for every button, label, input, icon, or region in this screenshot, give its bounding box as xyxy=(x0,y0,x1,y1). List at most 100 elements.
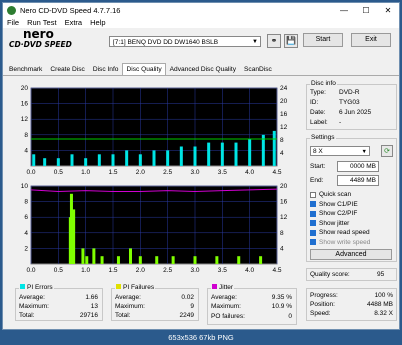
pif-chart-y2-tick: 20 xyxy=(280,183,288,190)
save-icon[interactable]: 💾 xyxy=(284,34,298,48)
tab-disc-quality[interactable]: Disc Quality xyxy=(122,63,166,75)
start-input[interactable]: 0000 MB xyxy=(337,161,379,172)
pi-failures-legend: PI Failures xyxy=(115,284,156,291)
pie-chart-bar xyxy=(220,142,224,166)
checkbox-box[interactable] xyxy=(310,229,316,236)
jitter-legend: Jitter xyxy=(211,284,235,291)
pi-errors-group: PI Errors Average: 1.66 Maximum: 13 Tota… xyxy=(15,284,103,321)
start-button[interactable]: Start xyxy=(303,33,343,47)
menu-bar: File Run Test Extra Help xyxy=(3,17,399,28)
exit-button[interactable]: Exit xyxy=(351,33,391,47)
po-failures-label: PO failures: xyxy=(211,313,245,320)
checkbox-show-jitter[interactable]: Show jitter xyxy=(310,220,349,227)
pif-chart-x-tick: 3.5 xyxy=(218,267,227,274)
window-title: Nero CD-DVD Speed 4.7.7.16 xyxy=(20,5,121,15)
jitter-average-value: 9.35 % xyxy=(271,294,292,301)
pie-chart-x-tick: 2.0 xyxy=(136,169,145,176)
pie-chart-x-tick: 3.0 xyxy=(190,169,199,176)
jitter-maximum-value: 10.9 % xyxy=(271,303,292,310)
start-label: Start: xyxy=(310,163,326,170)
pie-chart-x-tick: 3.5 xyxy=(218,169,227,176)
pie-chart-x-tick: 4.0 xyxy=(245,169,254,176)
image-caption-text: 653x536 67kb PNG xyxy=(168,333,234,342)
checkbox-box[interactable] xyxy=(310,210,316,217)
menu-file[interactable]: File xyxy=(3,18,23,27)
tab-create-disc[interactable]: Create Disc xyxy=(46,63,88,75)
pif-chart-bar xyxy=(171,256,175,264)
checkbox-show-c1-pie[interactable]: Show C1/PIE xyxy=(310,201,358,208)
pie-average-label: Average: xyxy=(19,294,45,301)
drive-select[interactable]: [7:1] BENQ DVD DD DW1640 BSLB ▼ xyxy=(109,36,261,47)
checkbox-show-c2-pif[interactable]: Show C2/PIF xyxy=(310,210,357,217)
pie-chart-y-tick: 8 xyxy=(24,132,28,139)
pif-chart-y-tick: 6 xyxy=(24,214,28,221)
pif-chart-y2-tick: 12 xyxy=(280,214,288,221)
maximize-button[interactable]: ☐ xyxy=(355,6,377,15)
pie-chart-x-tick: 0.0 xyxy=(26,169,35,176)
pie-chart-bar xyxy=(43,158,47,166)
chevron-down-icon: ▼ xyxy=(361,149,367,155)
po-failures-value: 0 xyxy=(288,313,292,320)
checkbox-box[interactable] xyxy=(310,191,316,198)
position-label: Position: xyxy=(310,301,335,308)
tab-scandisc[interactable]: ScanDisc xyxy=(240,63,276,75)
settings-group: Settings 8 X ▼ ⟳ Start: 0000 MB End: 4489… xyxy=(306,134,397,262)
pif-maximum-label: Maximum: xyxy=(115,303,145,310)
menu-run-test[interactable]: Run Test xyxy=(23,18,60,27)
menu-help[interactable]: Help xyxy=(86,18,109,27)
pie-chart-bar xyxy=(84,158,88,166)
menu-extra[interactable]: Extra xyxy=(61,18,87,27)
tab-disc-info[interactable]: Disc Info xyxy=(89,63,123,75)
pie-chart-y2-tick: 16 xyxy=(280,111,288,118)
tab-benchmark[interactable]: Benchmark xyxy=(5,63,46,75)
end-input[interactable]: 4489 MB xyxy=(337,175,379,186)
disc-info-legend: Disc info xyxy=(310,80,337,87)
pif-chart-bar xyxy=(259,256,263,264)
pie-chart-bar xyxy=(56,158,60,166)
pif-maximum-value: 9 xyxy=(190,303,194,310)
minimize-button[interactable]: — xyxy=(333,6,355,15)
pie-average-value: 1.66 xyxy=(85,294,98,301)
pif-chart-bar xyxy=(155,256,159,264)
close-button[interactable]: ✕ xyxy=(377,6,399,15)
date-value: 6 Jun 2025 xyxy=(339,109,372,116)
pie-total-value: 29716 xyxy=(79,312,98,319)
pif-chart-x-tick: 1.0 xyxy=(81,267,90,274)
progress-group: Progress: 100 % Position: 4488 MB Speed:… xyxy=(306,288,397,321)
pif-chart-x-tick: 4.5 xyxy=(272,267,281,274)
title-bar: Nero CD-DVD Speed 4.7.7.16 — ☐ ✕ xyxy=(3,3,399,17)
pie-chart-bar xyxy=(207,142,211,166)
end-label: End: xyxy=(310,177,324,184)
pie-chart-y2-tick: 4 xyxy=(280,150,284,157)
pif-chart-x-tick: 3.0 xyxy=(190,267,199,274)
pie-chart-bar xyxy=(166,150,170,166)
checkbox-show-read-speed[interactable]: Show read speed xyxy=(310,229,370,236)
jitter-group: Jitter Average: 9.35 % Maximum: 10.9 % P… xyxy=(207,284,297,325)
speed-select[interactable]: 8 X ▼ xyxy=(310,146,370,156)
checkbox-show-write-speed[interactable]: Show write speed xyxy=(310,239,370,246)
speed-label: Speed: xyxy=(310,310,331,317)
progress-value: 100 % xyxy=(374,292,393,299)
checkbox-box[interactable] xyxy=(310,201,316,207)
pie-chart-bar xyxy=(70,154,74,166)
swap-drive-icon[interactable]: ⚭ xyxy=(267,34,281,48)
checkbox-label: Show read speed xyxy=(319,229,370,236)
refresh-icon[interactable]: ⟳ xyxy=(381,145,393,157)
pif-chart-bar xyxy=(92,248,96,264)
checkbox-box[interactable] xyxy=(310,239,316,245)
app-window: Nero CD-DVD Speed 4.7.7.16 — ☐ ✕ File Ru… xyxy=(2,2,400,330)
pif-chart-bar xyxy=(100,256,104,264)
id-value: TYG03 xyxy=(339,99,360,106)
pif-chart-y-tick: 10 xyxy=(21,183,29,190)
advanced-button[interactable]: Advanced xyxy=(310,249,392,260)
pie-maximum-label: Maximum: xyxy=(19,303,49,310)
settings-legend: Settings xyxy=(310,134,336,141)
label-label: Label: xyxy=(310,119,328,126)
disc-info-group: Disc info Type: DVD-R ID: TYG03 Date: 6 … xyxy=(306,80,397,130)
pif-chart-x-tick: 0.5 xyxy=(54,267,63,274)
checkbox-quick-scan[interactable]: Quick scan xyxy=(310,191,351,198)
tab-advanced-disc-quality[interactable]: Advanced Disc Quality xyxy=(166,63,240,75)
pif-chart-y2-tick: 4 xyxy=(280,245,284,252)
checkbox-box[interactable] xyxy=(310,220,316,226)
pie-chart-y-tick: 4 xyxy=(24,147,28,154)
